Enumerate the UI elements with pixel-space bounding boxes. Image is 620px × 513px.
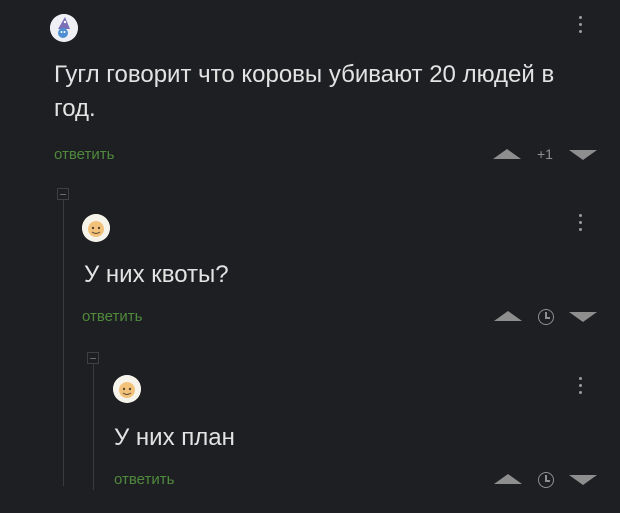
upvote-icon[interactable] bbox=[494, 474, 522, 484]
cat-avatar-icon bbox=[113, 375, 141, 403]
thread-line bbox=[93, 360, 94, 490]
comment-menu-button[interactable] bbox=[577, 214, 583, 231]
comment-text: У них квоты? bbox=[84, 261, 229, 288]
avatar[interactable] bbox=[82, 214, 110, 242]
collapse-thread-button[interactable] bbox=[57, 188, 69, 200]
comment-score: +1 bbox=[537, 146, 553, 162]
reply-link[interactable]: ответить bbox=[114, 471, 174, 488]
upvote-icon[interactable] bbox=[493, 149, 521, 159]
comment-menu-button[interactable] bbox=[577, 16, 583, 33]
clock-icon bbox=[538, 309, 554, 325]
comment-menu-button[interactable] bbox=[577, 377, 583, 394]
downvote-icon[interactable] bbox=[569, 312, 597, 322]
cat-avatar-icon bbox=[82, 214, 110, 242]
reply-link[interactable]: ответить bbox=[54, 146, 114, 163]
downvote-icon[interactable] bbox=[569, 475, 597, 485]
kebab-menu-icon bbox=[578, 16, 582, 19]
thread-line bbox=[63, 196, 64, 486]
kebab-menu-icon bbox=[578, 377, 582, 380]
comment-text: У них план bbox=[114, 424, 235, 451]
collapse-thread-button[interactable] bbox=[87, 352, 99, 364]
wizard-avatar-icon bbox=[50, 14, 78, 42]
reply-link[interactable]: ответить bbox=[82, 308, 142, 325]
comment-text: Гугл говорит что коровы убивают 20 людей… bbox=[54, 61, 555, 122]
upvote-icon[interactable] bbox=[494, 311, 522, 321]
kebab-menu-icon bbox=[578, 214, 582, 217]
avatar[interactable] bbox=[50, 14, 78, 42]
avatar[interactable] bbox=[113, 375, 141, 403]
clock-icon bbox=[538, 472, 554, 488]
downvote-icon[interactable] bbox=[569, 150, 597, 160]
